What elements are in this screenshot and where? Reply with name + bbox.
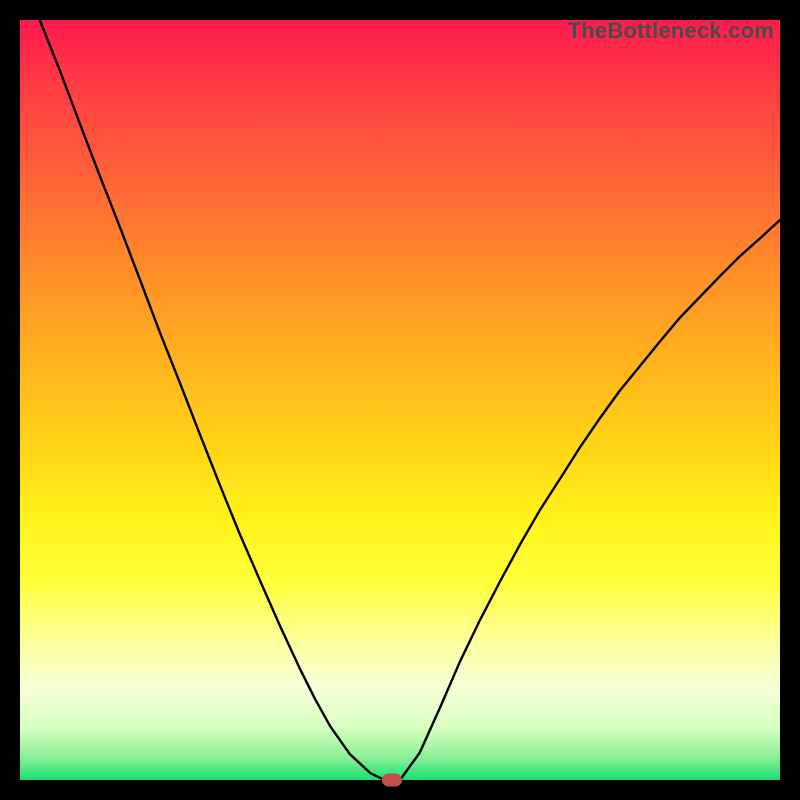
chart-frame: TheBottleneck.com <box>20 20 780 780</box>
bottleneck-curve <box>20 0 780 780</box>
plot-area <box>20 20 780 780</box>
curve-layer <box>20 20 780 780</box>
watermark-text: TheBottleneck.com <box>568 18 774 44</box>
optimal-marker <box>382 774 402 787</box>
